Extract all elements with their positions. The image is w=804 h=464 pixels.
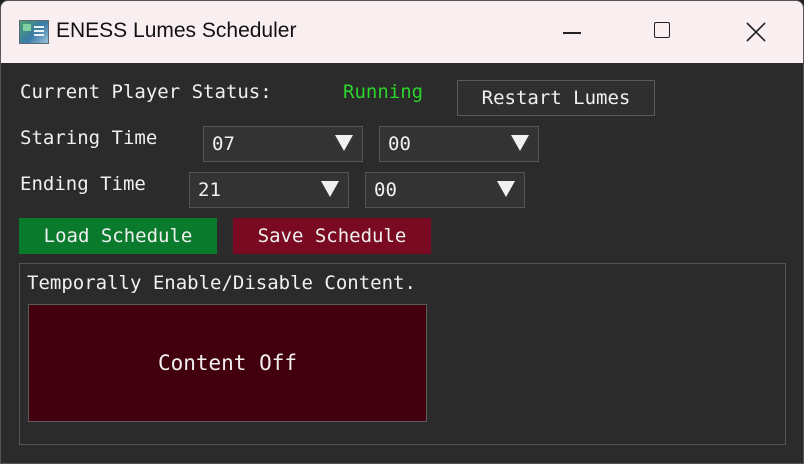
chevron-down-icon[interactable] <box>312 173 348 207</box>
title-bar[interactable]: ENESS Lumes Scheduler <box>1 1 803 63</box>
ending-hour-dropdown[interactable]: 21 <box>189 172 349 208</box>
window-title: ENESS Lumes Scheduler <box>56 19 297 42</box>
ending-minute-value: 00 <box>374 179 397 201</box>
chevron-down-icon[interactable] <box>488 173 524 207</box>
content-toggle-panel: Temporally Enable/Disable Content. Conte… <box>19 263 786 445</box>
status-label: Current Player Status: <box>20 81 272 103</box>
close-button[interactable] <box>711 1 803 63</box>
ending-hour-value: 21 <box>198 179 221 201</box>
chevron-down-icon[interactable] <box>326 127 362 161</box>
status-value: Running <box>343 81 424 103</box>
starting-hour-dropdown[interactable]: 07 <box>203 126 363 162</box>
minimize-icon <box>563 32 581 34</box>
maximize-icon <box>654 22 670 38</box>
scheduler-window: ENESS Lumes Scheduler Current Player Sta… <box>0 0 804 464</box>
starting-hour-value: 07 <box>212 133 235 155</box>
panel-heading: Temporally Enable/Disable Content. <box>27 272 416 294</box>
maximize-button[interactable] <box>617 1 709 63</box>
close-icon <box>746 22 766 42</box>
save-schedule-button[interactable]: Save Schedule <box>233 218 431 254</box>
starting-time-label: Staring Time <box>20 127 158 149</box>
content-toggle-label: Content Off <box>157 351 298 375</box>
starting-minute-dropdown[interactable]: 00 <box>379 126 539 162</box>
minimize-button[interactable] <box>527 1 619 63</box>
restart-lumes-button[interactable]: Restart Lumes <box>457 80 655 116</box>
content-toggle-button[interactable]: Content Off <box>28 304 427 422</box>
main-content: Current Player Status: Running Restart L… <box>1 63 803 463</box>
starting-minute-value: 00 <box>388 133 411 155</box>
ending-time-label: Ending Time <box>20 173 146 195</box>
load-schedule-button[interactable]: Load Schedule <box>19 218 217 254</box>
ending-minute-dropdown[interactable]: 00 <box>365 172 525 208</box>
app-icon <box>19 20 49 44</box>
chevron-down-icon[interactable] <box>502 127 538 161</box>
